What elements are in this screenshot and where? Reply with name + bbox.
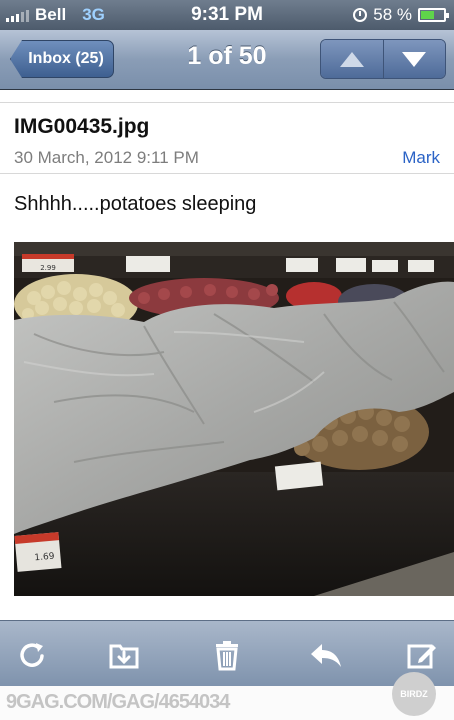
reply-icon bbox=[311, 644, 341, 667]
potatoes-sleeping-photo: 2.99 1.69 bbox=[14, 242, 454, 596]
watermark-url: 9GAG.COM/GAG/4654034 bbox=[6, 691, 230, 713]
watermark-strip: 9GAG.COM/GAG/4654034 BIRDZ bbox=[0, 672, 454, 720]
message-subject: IMG00435.jpg bbox=[14, 115, 150, 138]
refresh-button[interactable] bbox=[12, 635, 52, 675]
price-tag-top: 2.99 bbox=[40, 264, 56, 272]
move-folder-icon bbox=[109, 644, 139, 669]
birdz-logo: BIRDZ bbox=[392, 672, 436, 716]
compose-icon bbox=[407, 644, 436, 669]
status-bar: Bell 3G 9:31 PM 58 % bbox=[0, 0, 454, 30]
message-pager bbox=[320, 39, 446, 79]
message-date: 30 March, 2012 9:11 PM bbox=[14, 148, 199, 167]
message-body: Shhhh.....potatoes sleeping bbox=[14, 193, 257, 215]
battery-info: 58 % bbox=[353, 5, 449, 25]
sender-link[interactable]: Mark bbox=[402, 148, 440, 168]
reply-button[interactable] bbox=[306, 635, 346, 675]
price-tag-front: 1.69 bbox=[34, 552, 55, 564]
arrow-up-icon bbox=[339, 51, 364, 67]
inbox-back-button[interactable]: Inbox (25) bbox=[10, 40, 114, 78]
battery-percent: 58 % bbox=[373, 5, 412, 24]
next-message-button[interactable] bbox=[382, 40, 445, 78]
delete-button[interactable] bbox=[207, 635, 247, 675]
compose-button[interactable] bbox=[402, 635, 442, 675]
clock-icon bbox=[353, 8, 368, 22]
message-header: IMG00435.jpg 30 March, 2012 9:11 PM Mark bbox=[0, 102, 454, 174]
arrow-down-icon bbox=[402, 51, 427, 67]
move-to-folder-button[interactable] bbox=[104, 635, 144, 675]
trash-icon bbox=[216, 641, 238, 671]
battery-icon bbox=[418, 8, 449, 22]
refresh-icon bbox=[20, 643, 44, 667]
navigation-bar: Inbox (25) 1 of 50 bbox=[0, 30, 454, 90]
previous-message-button[interactable] bbox=[321, 40, 383, 78]
bottom-toolbar bbox=[0, 620, 454, 686]
attached-photo[interactable]: 2.99 1.69 bbox=[14, 242, 454, 596]
